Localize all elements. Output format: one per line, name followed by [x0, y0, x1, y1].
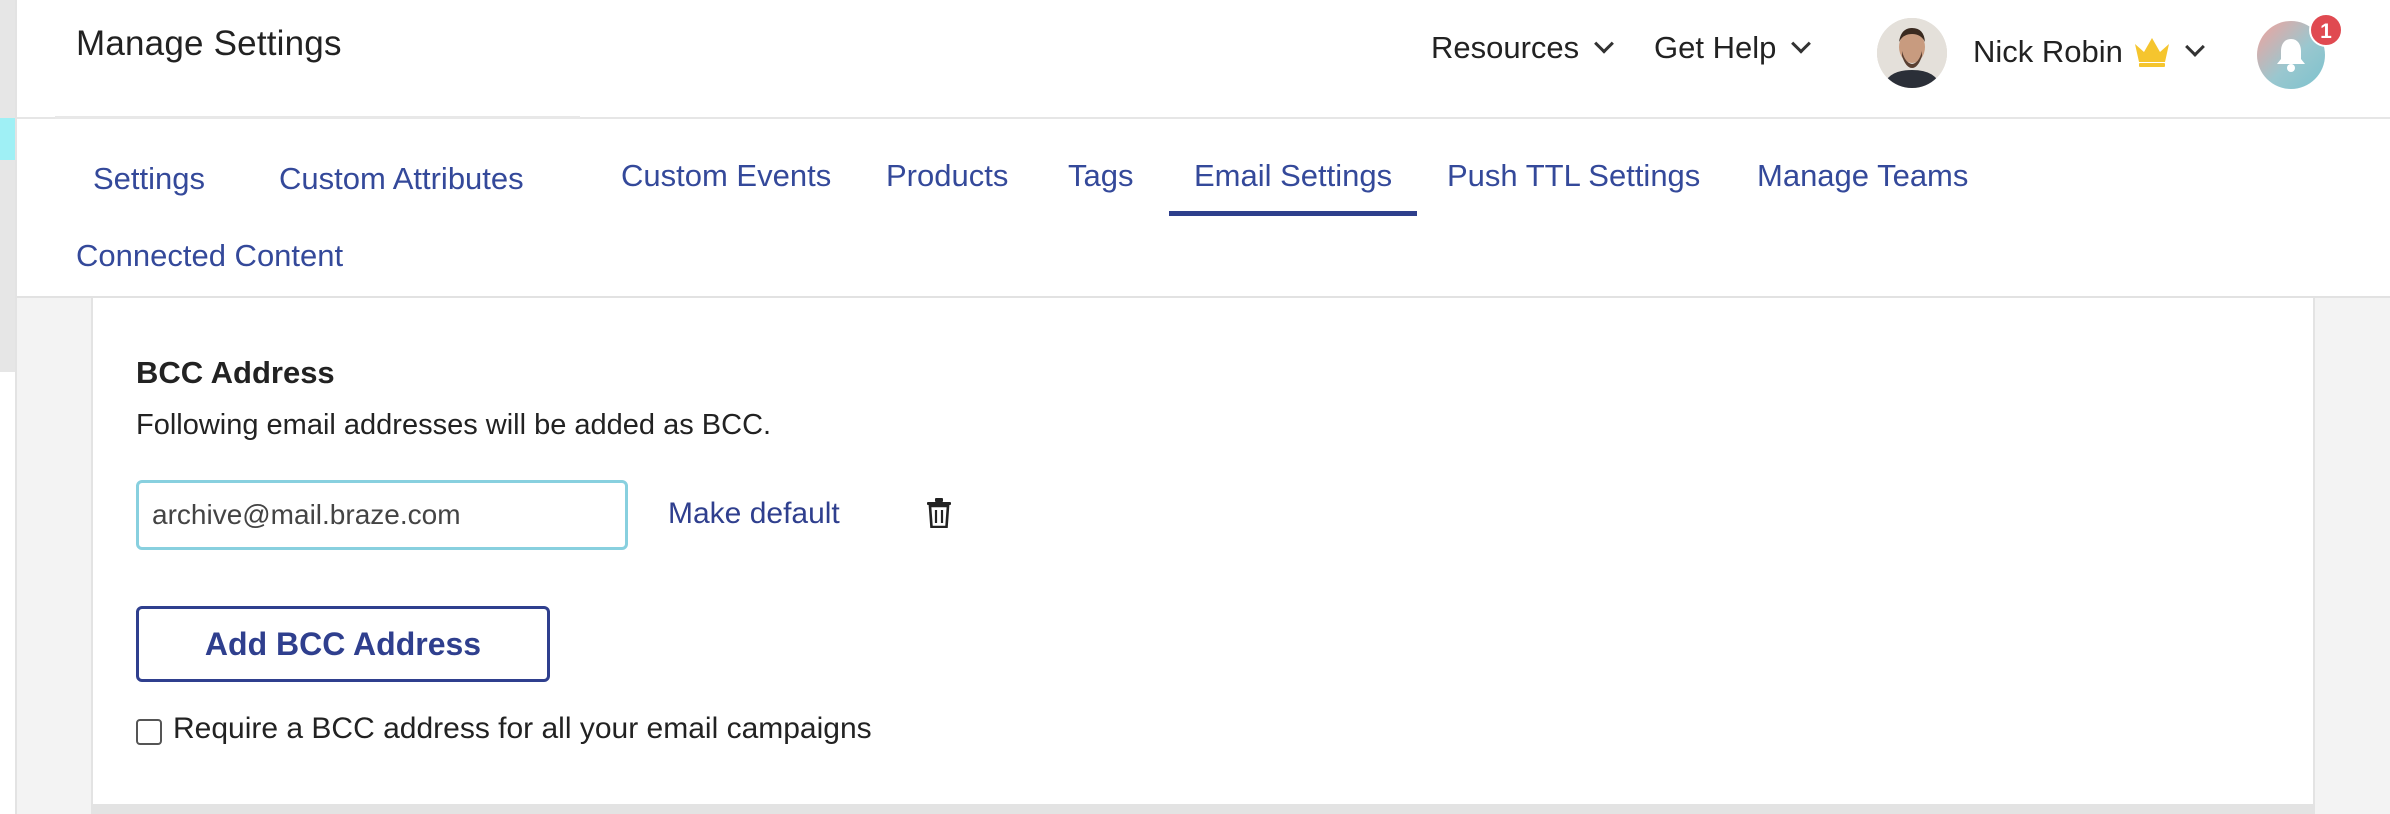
- chevron-down-icon: [1594, 33, 1615, 54]
- tab-tags[interactable]: Tags: [1068, 158, 1133, 194]
- get-help-label: Get Help: [1654, 30, 1777, 65]
- tab-custom-events[interactable]: Custom Events: [621, 158, 831, 194]
- bell-icon: [2277, 39, 2305, 72]
- require-bcc-checkbox[interactable]: [136, 719, 162, 745]
- tab-custom-attributes[interactable]: Custom Attributes: [279, 161, 524, 197]
- tab-connected-content[interactable]: Connected Content: [76, 238, 343, 274]
- trash-icon[interactable]: [926, 498, 952, 533]
- top-header: Manage Settings Resources Get Help Nick …: [17, 0, 2390, 119]
- bcc-address-input[interactable]: [136, 480, 628, 550]
- user-menu-chevron-icon[interactable]: [2185, 37, 2205, 57]
- tab-manage-teams[interactable]: Manage Teams: [1757, 158, 1968, 194]
- require-bcc-label[interactable]: Require a BCC address for all your email…: [173, 712, 872, 746]
- tab-products[interactable]: Products: [886, 158, 1008, 194]
- panel-bottom-edge: [91, 804, 2315, 814]
- notification-count-badge: 1: [2309, 13, 2343, 47]
- avatar[interactable]: [1877, 18, 1947, 88]
- add-bcc-address-button[interactable]: Add BCC Address: [136, 606, 550, 682]
- gutter-cyan-marker: [0, 118, 15, 160]
- resources-label: Resources: [1431, 30, 1580, 65]
- user-name[interactable]: Nick Robin: [1973, 34, 2123, 70]
- tab-push-ttl-settings[interactable]: Push TTL Settings: [1447, 158, 1700, 194]
- page-title: Manage Settings: [76, 24, 342, 63]
- bcc-section-title: BCC Address: [136, 355, 335, 390]
- tab-email-settings[interactable]: Email Settings: [1168, 158, 1418, 216]
- left-gutter: [0, 0, 17, 814]
- tab-settings[interactable]: Settings: [93, 161, 205, 197]
- settings-tabs: Settings Custom Attributes Custom Events…: [17, 119, 2390, 298]
- gutter-grey-block: [0, 0, 15, 372]
- resources-dropdown[interactable]: Resources: [1431, 30, 1615, 66]
- chevron-down-icon: [1791, 33, 1812, 54]
- make-default-link[interactable]: Make default: [668, 497, 840, 531]
- bcc-section-description: Following email addresses will be added …: [136, 409, 772, 441]
- crown-icon: [2132, 34, 2172, 73]
- get-help-dropdown[interactable]: Get Help: [1654, 30, 1812, 66]
